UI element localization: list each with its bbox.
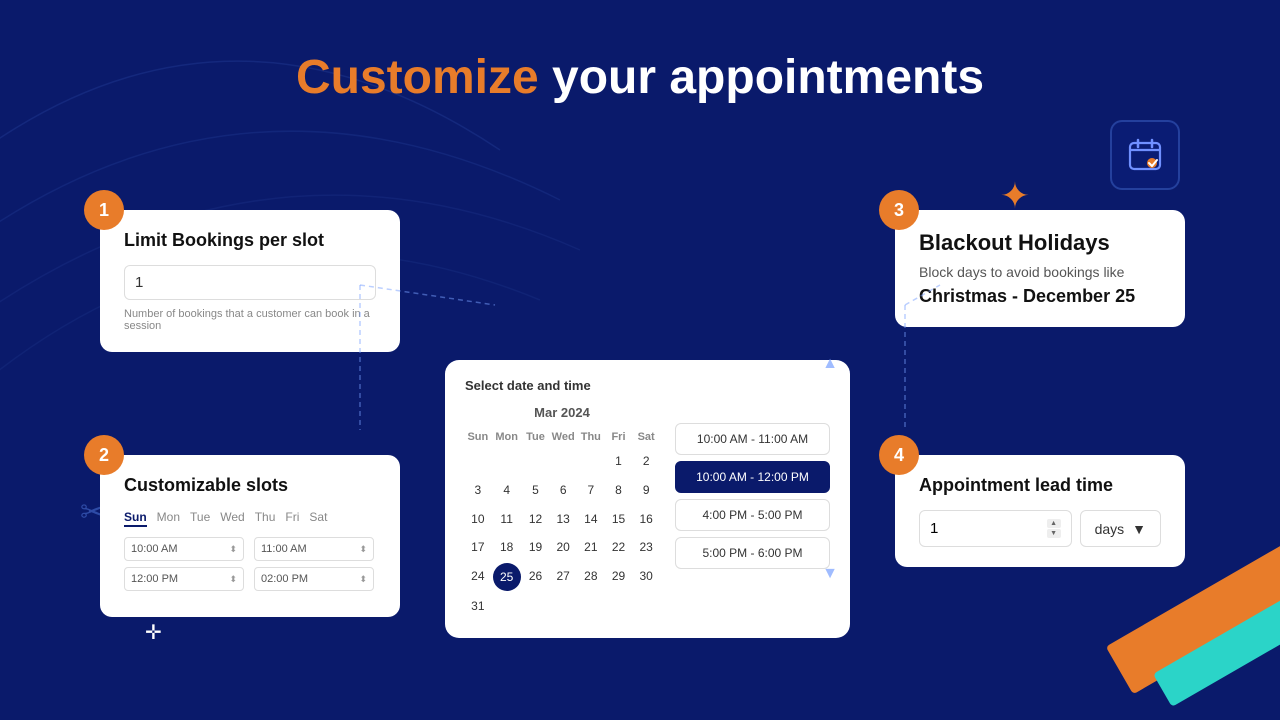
cal-day-9[interactable]: 9 [633,477,659,504]
main-content: Customize your appointments 1 Limit Book… [0,0,1280,720]
cal-header-mon: Mon [493,428,521,446]
cal-day-17[interactable]: 17 [465,534,491,561]
cal-day-18[interactable]: 18 [493,534,521,561]
cal-day-25[interactable]: 25 [493,563,521,591]
cal-day-16[interactable]: 16 [633,506,659,533]
limit-bookings-title: Limit Bookings per slot [124,230,376,251]
cal-day-22[interactable]: 22 [606,534,632,561]
step-badge-2: 2 [84,435,124,475]
page-title: Customize your appointments [0,0,1280,105]
bookings-hint: Number of bookings that a customer can b… [124,308,376,332]
cal-day-12[interactable]: 12 [523,506,549,533]
slots-row-1: 10:00 AM⬍ 11:00 AM⬍ [124,537,376,561]
cal-empty [523,448,549,475]
cal-day-15[interactable]: 15 [606,506,632,533]
slot-end-2[interactable]: 02:00 PM⬍ [254,567,374,591]
step-badge-1: 1 [84,190,124,230]
slot-end-1[interactable]: 11:00 AM⬍ [254,537,374,561]
lead-number-field[interactable]: 1 ▲ ▼ [919,510,1072,547]
cal-day-19[interactable]: 19 [523,534,549,561]
lead-spinners: ▲ ▼ [1047,519,1061,538]
title-customize: Customize [296,51,539,104]
cal-day-4[interactable]: 4 [493,477,521,504]
slot-day-thu[interactable]: Thu [255,510,276,527]
blackout-date: Christmas - December 25 [919,286,1161,307]
lead-time-card: 4 Appointment lead time 1 ▲ ▼ days ▼ [895,455,1185,567]
time-slot-2[interactable]: 10:00 AM - 12:00 PM [675,461,830,493]
calendar-card: Select date and time Mar 2024 Sun Mon Tu… [445,360,850,638]
cal-day-10[interactable]: 10 [465,506,491,533]
cal-day-31[interactable]: 31 [465,593,491,620]
cal-day-13[interactable]: 13 [550,506,576,533]
cal-day-8[interactable]: 8 [606,477,632,504]
lead-unit-arrow: ▼ [1132,521,1146,537]
scroll-up-indicator: ▲ [822,355,838,373]
step-badge-4: 4 [879,435,919,475]
lead-inputs: 1 ▲ ▼ days ▼ [919,510,1161,547]
slot-start-1[interactable]: 10:00 AM⬍ [124,537,244,561]
scroll-down-indicator: ▼ [822,565,838,583]
cal-day-29[interactable]: 29 [606,563,632,591]
spinner-down[interactable]: ▼ [1047,529,1061,538]
lead-time-title: Appointment lead time [919,475,1161,496]
slots-row-2: 12:00 PM⬍ 02:00 PM⬍ [124,567,376,591]
time-slot-1[interactable]: 10:00 AM - 11:00 AM [675,423,830,455]
blackout-holidays-card: 3 Blackout Holidays Block days to avoid … [895,210,1185,327]
lead-number-value: 1 [930,520,938,537]
cal-header-thu: Thu [578,428,604,446]
cal-day-21[interactable]: 21 [578,534,604,561]
bookings-input[interactable] [124,265,376,300]
cal-day-1[interactable]: 1 [606,448,632,475]
cal-day-23[interactable]: 23 [633,534,659,561]
calendar-header: Select date and time [465,378,830,393]
cal-empty [493,448,521,475]
time-slots-panel: 10:00 AM - 11:00 AM 10:00 AM - 12:00 PM … [675,405,830,620]
cal-empty [578,448,604,475]
cal-day-28[interactable]: 28 [578,563,604,591]
cal-day-2[interactable]: 2 [633,448,659,475]
lead-unit-value: days [1095,521,1125,537]
spinner-up[interactable]: ▲ [1047,519,1061,528]
slot-day-sun[interactable]: Sun [124,510,147,527]
blackout-title: Blackout Holidays [919,230,1161,256]
calendar-month: Mar 2024 [465,405,659,420]
slot-day-wed[interactable]: Wed [220,510,244,527]
cal-day-3[interactable]: 3 [465,477,491,504]
slot-day-tue[interactable]: Tue [190,510,210,527]
cal-header-tue: Tue [523,428,549,446]
slot-day-sat[interactable]: Sat [309,510,327,527]
time-slot-4[interactable]: 5:00 PM - 6:00 PM [675,537,830,569]
cal-day-26[interactable]: 26 [523,563,549,591]
cal-header-sun: Sun [465,428,491,446]
slots-days: Sun Mon Tue Wed Thu Fri Sat [124,510,376,527]
cal-day-30[interactable]: 30 [633,563,659,591]
calendar-grid: Sun Mon Tue Wed Thu Fri Sat 1 [465,428,659,620]
blackout-desc: Block days to avoid bookings like [919,264,1161,280]
cal-day-20[interactable]: 20 [550,534,576,561]
limit-bookings-card: 1 Limit Bookings per slot Number of book… [100,210,400,352]
cal-header-wed: Wed [550,428,576,446]
cal-day-14[interactable]: 14 [578,506,604,533]
slot-day-mon[interactable]: Mon [157,510,180,527]
cal-header-sat: Sat [633,428,659,446]
cal-header-fri: Fri [606,428,632,446]
step-badge-3: 3 [879,190,919,230]
cal-day-11[interactable]: 11 [493,506,521,533]
slots-title: Customizable slots [124,475,376,496]
cal-empty [465,448,491,475]
slot-day-fri[interactable]: Fri [285,510,299,527]
lead-unit-selector[interactable]: days ▼ [1080,510,1161,547]
cal-day-27[interactable]: 27 [550,563,576,591]
cal-day-5[interactable]: 5 [523,477,549,504]
cal-day-6[interactable]: 6 [550,477,576,504]
title-rest: your appointments [539,51,984,104]
time-slot-3[interactable]: 4:00 PM - 5:00 PM [675,499,830,531]
customizable-slots-card: 2 Customizable slots Sun Mon Tue Wed Thu… [100,455,400,617]
cal-empty [550,448,576,475]
cal-day-24[interactable]: 24 [465,563,491,591]
slot-start-2[interactable]: 12:00 PM⬍ [124,567,244,591]
cal-day-7[interactable]: 7 [578,477,604,504]
